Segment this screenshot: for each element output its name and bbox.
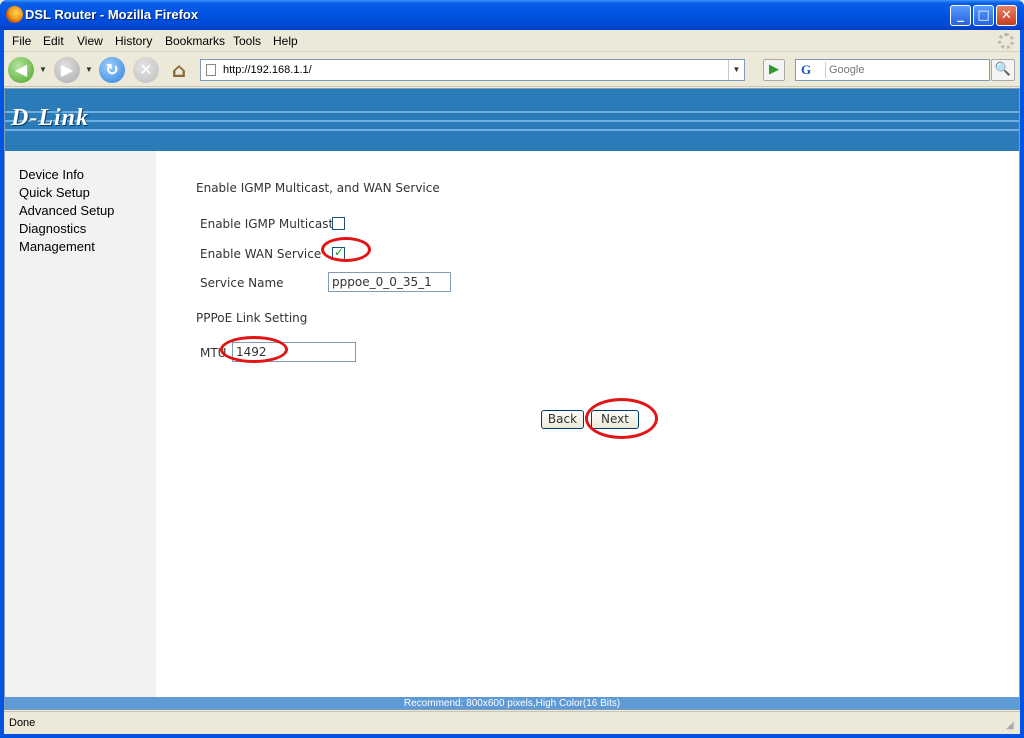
sidebar-nav: Device Info Quick Setup Advanced Setup D… <box>5 151 156 697</box>
stop-icon[interactable]: ✕ <box>133 57 159 83</box>
search-input[interactable] <box>829 62 984 78</box>
browser-window: DSL Router - Mozilla Firefox _ □ ✕ File … <box>0 0 1024 738</box>
sidebar-item-device-info[interactable]: Device Info <box>19 167 84 182</box>
reload-icon[interactable]: ↻ <box>99 57 125 83</box>
menu-edit[interactable]: Edit <box>43 34 64 48</box>
url-dropdown-icon[interactable]: ▼ <box>728 60 744 80</box>
menu-view[interactable]: View <box>77 34 103 48</box>
mtu-label: MTU <box>200 346 227 360</box>
recommend-footer: Recommend: 800x600 pixels,High Color(16 … <box>5 697 1019 709</box>
go-button[interactable]: ▶ <box>763 59 785 81</box>
navigation-toolbar: ◀ ▼ ▶ ▼ ↻ ✕ ⌂ ▼ ▶ G 🔍 <box>4 53 1020 87</box>
menu-tools[interactable]: Tools <box>233 34 261 48</box>
service-name-input[interactable] <box>328 272 451 292</box>
browser-client-area: File Edit View History Bookmarks Tools H… <box>4 30 1020 734</box>
page-icon <box>206 64 216 76</box>
back-arrow-icon[interactable]: ◀ <box>8 57 34 83</box>
annotation-circle-wan <box>321 237 371 262</box>
main-content: Enable IGMP Multicast, and WAN Service E… <box>156 151 1019 697</box>
firefox-icon <box>6 6 23 23</box>
wan-service-label: Enable WAN Service <box>200 247 322 261</box>
address-bar[interactable]: ▼ <box>200 59 745 81</box>
sidebar-item-management[interactable]: Management <box>19 239 95 254</box>
menu-bookmarks[interactable]: Bookmarks <box>165 34 225 48</box>
menu-help[interactable]: Help <box>273 34 298 48</box>
menu-file[interactable]: File <box>12 34 31 48</box>
search-bar[interactable]: G <box>795 59 990 81</box>
service-name-label: Service Name <box>200 276 284 290</box>
sidebar-item-diagnostics[interactable]: Diagnostics <box>19 221 86 236</box>
google-engine-icon[interactable]: G <box>798 62 826 78</box>
menu-history[interactable]: History <box>115 34 152 48</box>
section-heading-pppoe: PPPoE Link Setting <box>196 311 308 325</box>
back-history-dropdown-icon[interactable]: ▼ <box>39 65 47 74</box>
next-button[interactable]: Next <box>591 410 639 429</box>
status-text: Done <box>9 717 36 729</box>
home-icon[interactable]: ⌂ <box>166 57 192 83</box>
page-viewport: D-Link Device Info Quick Setup Advanced … <box>4 88 1020 710</box>
url-input[interactable] <box>223 62 723 78</box>
mtu-input[interactable] <box>232 342 356 362</box>
sidebar-item-quick-setup[interactable]: Quick Setup <box>19 185 90 200</box>
dlink-logo: D-Link <box>11 105 89 131</box>
throbber-icon <box>998 33 1014 49</box>
section-heading-wan-service: Enable IGMP Multicast, and WAN Service <box>196 181 440 195</box>
minimize-button[interactable]: _ <box>950 5 971 26</box>
igmp-multicast-checkbox[interactable] <box>332 217 345 230</box>
title-bar[interactable]: DSL Router - Mozilla Firefox _ □ ✕ <box>0 0 1024 30</box>
dlink-banner: D-Link <box>5 89 1019 151</box>
search-icon[interactable]: 🔍 <box>991 59 1015 81</box>
sidebar-item-advanced-setup[interactable]: Advanced Setup <box>19 203 114 218</box>
wan-service-checkbox[interactable] <box>332 245 345 260</box>
back-button[interactable]: Back <box>541 410 584 429</box>
menu-bar: File Edit View History Bookmarks Tools H… <box>4 30 1020 52</box>
close-button[interactable]: ✕ <box>996 5 1017 26</box>
igmp-multicast-label: Enable IGMP Multicast <box>200 217 334 231</box>
maximize-button[interactable]: □ <box>973 5 994 26</box>
window-title: DSL Router - Mozilla Firefox <box>25 7 199 22</box>
resize-grip-icon[interactable]: ◢ <box>1006 720 1018 732</box>
forward-arrow-icon[interactable]: ▶ <box>54 57 80 83</box>
forward-history-dropdown-icon[interactable]: ▼ <box>85 65 93 74</box>
status-bar: Done ◢ <box>4 711 1020 734</box>
